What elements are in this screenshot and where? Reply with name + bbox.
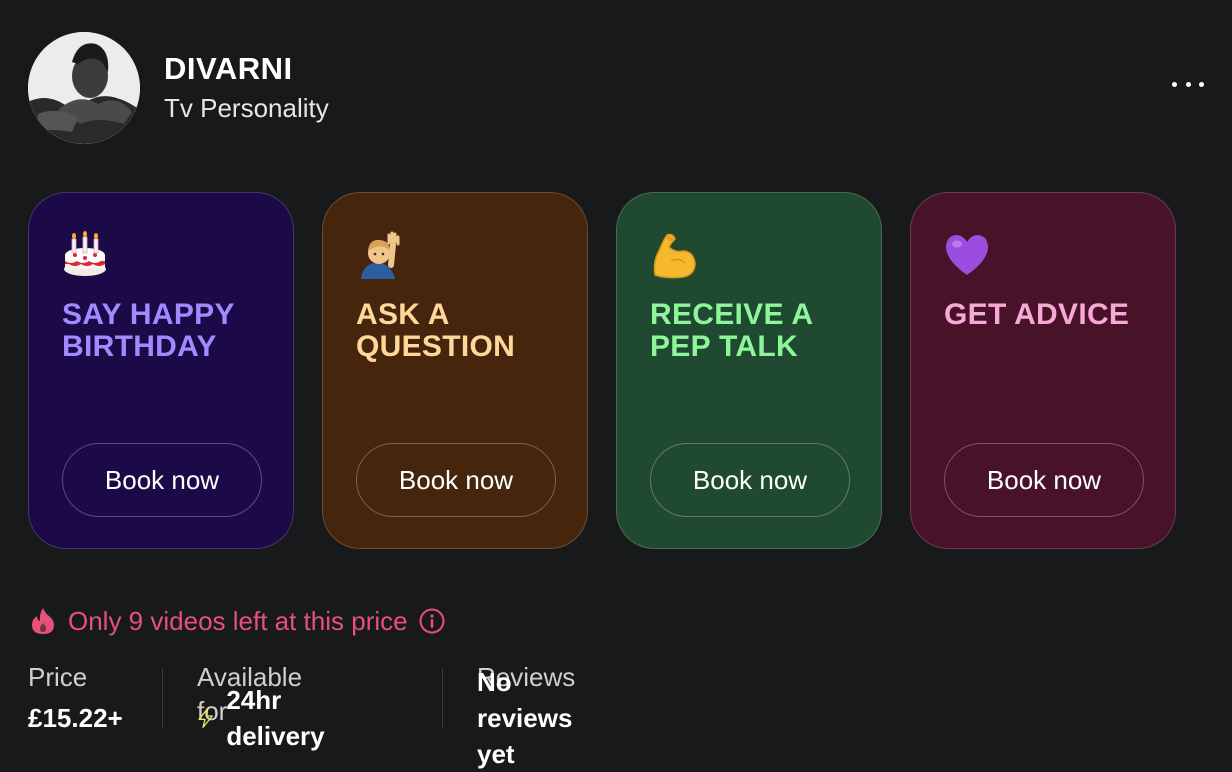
available-value: 24hr delivery (226, 685, 325, 751)
stat-reviews: Reviews No reviews yet (477, 660, 575, 769)
profile-role: Tv Personality (164, 93, 329, 123)
purple-heart-icon (943, 231, 991, 279)
scarcity-text: Only 9 videos left at this price (68, 605, 408, 636)
stat-price: Price £15.22+ (28, 660, 123, 736)
card-receive-a-pep-talk[interactable]: RECEIVE A PEP TALK Book now (616, 192, 882, 549)
booking-cards: SAY HAPPY BIRTHDAY Book now ASK A QUESTI… (28, 192, 1180, 551)
profile-header: DIVARNI Tv Personality (28, 32, 1204, 144)
more-options-icon[interactable] (1172, 72, 1204, 96)
card-get-advice[interactable]: GET ADVICE Book now (910, 192, 1176, 549)
book-now-button[interactable]: Book now (62, 443, 262, 517)
stat-availability: Available for 24hr delivery (197, 660, 333, 751)
lightning-bolt-icon (198, 708, 213, 728)
book-now-button[interactable]: Book now (356, 443, 556, 517)
card-title: RECEIVE A PEP TALK (650, 298, 813, 363)
card-title: SAY HAPPY BIRTHDAY (62, 298, 235, 363)
card-ask-a-question[interactable]: ASK A QUESTION Book now (322, 192, 588, 549)
price-value: £15.22+ (28, 703, 123, 733)
price-label: Price (28, 662, 88, 692)
profile-name: DIVARNI (164, 51, 293, 86)
divider (442, 668, 443, 728)
scarcity-notice: Only 9 videos left at this price (30, 604, 445, 638)
card-title: ASK A QUESTION (356, 298, 516, 363)
flame-icon (32, 608, 54, 634)
book-now-button[interactable]: Book now (650, 443, 850, 517)
birthday-cake-icon (61, 231, 109, 279)
reviews-value: No reviews yet (477, 667, 573, 769)
card-title: GET ADVICE (944, 298, 1130, 331)
book-now-button[interactable]: Book now (944, 443, 1144, 517)
info-icon[interactable] (419, 608, 445, 634)
flexed-biceps-icon (649, 231, 697, 279)
card-say-happy-birthday[interactable]: SAY HAPPY BIRTHDAY Book now (28, 192, 294, 549)
divider (162, 668, 163, 728)
avatar[interactable] (28, 32, 140, 144)
person-raising-hand-icon (355, 231, 403, 279)
